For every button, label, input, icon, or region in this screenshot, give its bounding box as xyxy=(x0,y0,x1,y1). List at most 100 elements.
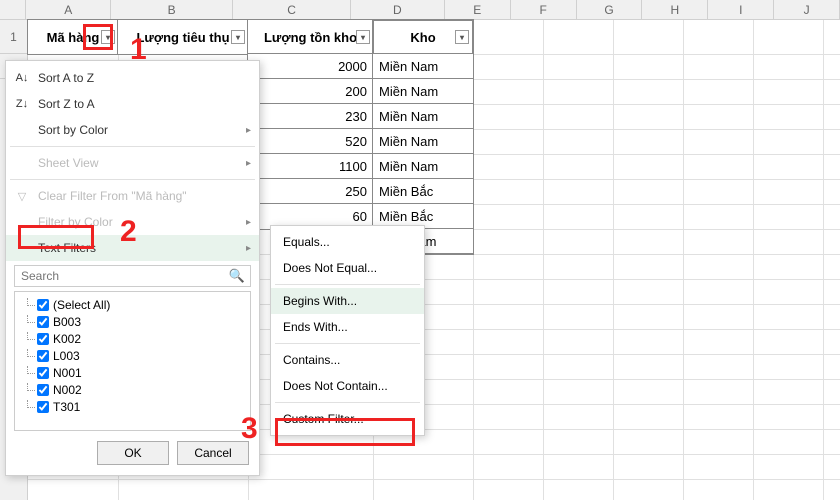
check-label: K002 xyxy=(53,332,81,346)
filter-dropdown-b[interactable]: ▾ xyxy=(231,30,245,44)
cell-c4[interactable]: 230 xyxy=(247,103,374,130)
search-icon: 🔍 xyxy=(229,268,245,284)
header-c-label: Lượng tồn kho xyxy=(264,30,357,45)
menu-clear-filter: ▽ Clear Filter From "Mã hàng" xyxy=(6,183,259,209)
col-header-d[interactable]: D xyxy=(351,0,445,19)
cell-c6[interactable]: 1100 xyxy=(247,153,374,180)
header-a-label: Mã hàng xyxy=(47,30,100,45)
filter-values-list[interactable]: (Select All) B003 K002 L003 N001 N002 T3… xyxy=(14,291,251,431)
cancel-button[interactable]: Cancel xyxy=(177,441,249,465)
cell-d3[interactable]: Miền Nam xyxy=(372,78,474,105)
cell-d6[interactable]: Miền Nam xyxy=(372,153,474,180)
col-header-h[interactable]: H xyxy=(642,0,708,19)
sort-az-icon: A↓ xyxy=(14,72,30,84)
chevron-right-icon: ▸ xyxy=(246,125,251,136)
select-all-corner[interactable] xyxy=(0,0,26,19)
col-header-j[interactable]: J xyxy=(774,0,840,19)
cell-b1-header[interactable]: Lượng tiêu thụ ▾ xyxy=(117,19,249,55)
col-header-e[interactable]: E xyxy=(445,0,511,19)
menu-separator-1 xyxy=(10,146,255,147)
filter-search-input[interactable] xyxy=(14,265,251,287)
check-label: N001 xyxy=(53,366,82,380)
col-header-a[interactable]: A xyxy=(26,0,111,19)
submenu-equals[interactable]: Equals... xyxy=(271,229,424,255)
submenu-not-equal[interactable]: Does Not Equal... xyxy=(271,255,424,281)
cell-c2[interactable]: 2000 xyxy=(247,53,374,80)
sort-za-icon: Z↓ xyxy=(14,98,30,110)
filter-dropdown-d[interactable]: ▾ xyxy=(455,30,469,44)
checkbox[interactable] xyxy=(37,401,49,413)
submenu-separator-2 xyxy=(275,343,420,344)
check-b003[interactable]: B003 xyxy=(19,313,246,330)
cell-c3[interactable]: 200 xyxy=(247,78,374,105)
submenu-label: Custom Filter... xyxy=(283,412,364,426)
submenu-not-contain[interactable]: Does Not Contain... xyxy=(271,373,424,399)
menu-sort-za[interactable]: Z↓ Sort Z to A xyxy=(6,91,259,117)
menu-sort-az[interactable]: A↓ Sort A to Z xyxy=(6,65,259,91)
cell-d1-header[interactable]: Kho ▾ xyxy=(372,19,474,55)
check-label: N002 xyxy=(53,383,82,397)
check-l003[interactable]: L003 xyxy=(19,347,246,364)
submenu-label: Contains... xyxy=(283,353,340,367)
checkbox[interactable] xyxy=(37,367,49,379)
submenu-label: Does Not Contain... xyxy=(283,379,388,393)
check-label: (Select All) xyxy=(53,298,110,312)
checkbox[interactable] xyxy=(37,350,49,362)
filter-dropdown-a[interactable]: ▾ xyxy=(101,30,115,44)
col-header-i[interactable]: I xyxy=(708,0,774,19)
column-header-row: A B C D E F G H I J xyxy=(0,0,840,20)
submenu-label: Does Not Equal... xyxy=(283,261,377,275)
ok-button[interactable]: OK xyxy=(97,441,169,465)
menu-sort-az-label: Sort A to Z xyxy=(38,71,94,85)
submenu-label: Begins With... xyxy=(283,294,357,308)
menu-sheet-view-label: Sheet View xyxy=(38,156,99,170)
menu-filter-color: Filter by Color ▸ xyxy=(6,209,259,235)
menu-sheet-view: Sheet View ▸ xyxy=(6,150,259,176)
cell-c7[interactable]: 250 xyxy=(247,178,374,205)
submenu-contains[interactable]: Contains... xyxy=(271,347,424,373)
checkbox[interactable] xyxy=(37,333,49,345)
autofilter-menu: A↓ Sort A to Z Z↓ Sort Z to A Sort by Co… xyxy=(5,60,260,476)
menu-sort-za-label: Sort Z to A xyxy=(38,97,95,111)
submenu-separator-1 xyxy=(275,284,420,285)
submenu-label: Ends With... xyxy=(283,320,348,334)
checkbox-select-all[interactable] xyxy=(37,299,49,311)
cell-d7[interactable]: Miền Bắc xyxy=(372,178,474,205)
check-select-all[interactable]: (Select All) xyxy=(19,296,246,313)
cell-c1-header[interactable]: Lượng tồn kho ▾ xyxy=(247,19,374,55)
menu-filter-color-label: Filter by Color xyxy=(38,215,113,229)
chevron-right-icon: ▸ xyxy=(246,217,251,228)
checkbox[interactable] xyxy=(37,384,49,396)
menu-sort-color-label: Sort by Color xyxy=(38,123,108,137)
submenu-ends-with[interactable]: Ends With... xyxy=(271,314,424,340)
checkbox[interactable] xyxy=(37,316,49,328)
chevron-right-icon: ▸ xyxy=(246,243,251,254)
cell-a1-header[interactable]: Mã hàng ▾ xyxy=(27,19,119,55)
text-filters-submenu: Equals... Does Not Equal... Begins With.… xyxy=(270,225,425,436)
check-label: L003 xyxy=(53,349,80,363)
check-t301[interactable]: T301 xyxy=(19,398,246,415)
funnel-clear-icon: ▽ xyxy=(14,190,30,203)
col-header-b[interactable]: B xyxy=(111,0,233,19)
check-k002[interactable]: K002 xyxy=(19,330,246,347)
submenu-label: Equals... xyxy=(283,235,330,249)
col-header-g[interactable]: G xyxy=(577,0,643,19)
chevron-right-icon: ▸ xyxy=(246,158,251,169)
cell-d2[interactable]: Miền Nam xyxy=(372,53,474,80)
submenu-separator-3 xyxy=(275,402,420,403)
col-header-f[interactable]: F xyxy=(511,0,577,19)
menu-separator-2 xyxy=(10,179,255,180)
cell-d5[interactable]: Miền Nam xyxy=(372,128,474,155)
submenu-custom-filter[interactable]: Custom Filter... xyxy=(271,406,424,432)
cell-d4[interactable]: Miền Nam xyxy=(372,103,474,130)
submenu-begins-with[interactable]: Begins With... xyxy=(271,288,424,314)
button-row: OK Cancel xyxy=(6,441,249,465)
filter-dropdown-c[interactable]: ▾ xyxy=(356,30,370,44)
row-header-1[interactable]: 1 xyxy=(0,20,27,54)
check-n002[interactable]: N002 xyxy=(19,381,246,398)
col-header-c[interactable]: C xyxy=(233,0,351,19)
menu-text-filters[interactable]: Text Filters ▸ xyxy=(6,235,259,261)
check-n001[interactable]: N001 xyxy=(19,364,246,381)
menu-sort-color[interactable]: Sort by Color ▸ xyxy=(6,117,259,143)
cell-c5[interactable]: 520 xyxy=(247,128,374,155)
